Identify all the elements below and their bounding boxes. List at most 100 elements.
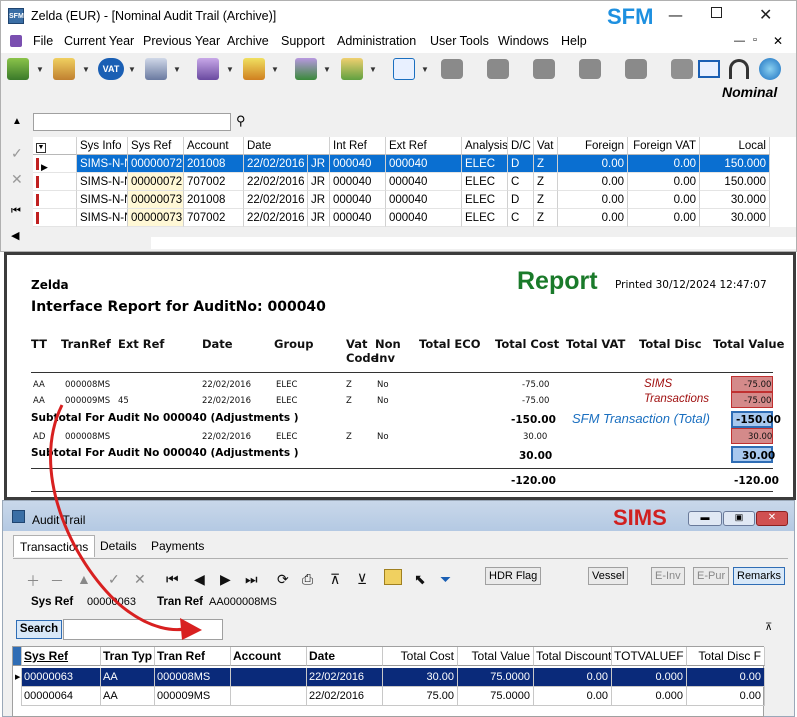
vessel-button[interactable]: Vessel [588, 567, 629, 585]
row-marker[interactable]: ▶ [13, 668, 22, 687]
cell-date[interactable]: 22/02/2016 [244, 209, 308, 227]
table-row[interactable]: 00000064 AA 000009MS 22/02/2016 75.00 75.0000… [13, 687, 765, 706]
remarks-button[interactable]: Remarks [733, 567, 786, 585]
purchase-icon[interactable] [295, 58, 317, 80]
checklist-icon[interactable] [393, 58, 415, 80]
cell-account[interactable]: 201008 [184, 155, 244, 173]
cell-analysis[interactable]: ELEC [462, 155, 508, 173]
chevron-down-icon[interactable]: ▼ [82, 65, 90, 74]
cell-dc[interactable]: D [508, 191, 534, 209]
filter-icon[interactable]: ⏷ [440, 571, 451, 588]
cell-local[interactable]: 150.000 [700, 155, 770, 173]
cell-dc[interactable]: C [508, 173, 534, 191]
cell-foreign[interactable]: 0.00 [558, 155, 628, 173]
col-int-ref[interactable]: Int Ref [330, 137, 386, 155]
scol-account[interactable]: Account [231, 647, 307, 666]
cell-account[interactable]: 707002 [184, 173, 244, 191]
table-row[interactable]: SIMS-N-N 00000072 707002 22/02/2016 JR 000040… [33, 173, 796, 191]
tab-payments[interactable]: Payments [145, 535, 210, 557]
minimize-button[interactable]: — [668, 6, 683, 24]
cell-total-cost[interactable]: 75.00 [383, 687, 458, 706]
row-marker[interactable] [13, 687, 22, 706]
cell-totvaluef[interactable]: 0.000 [612, 668, 687, 687]
cell-local[interactable]: 150.000 [700, 173, 770, 191]
check-icon[interactable]: ✓ [11, 145, 23, 162]
child-window-icon[interactable] [10, 35, 22, 47]
sort-down-icon[interactable]: ⊻ [357, 571, 367, 588]
menu-file[interactable]: File [33, 34, 53, 48]
mdi-minimize-button[interactable]: — [734, 35, 745, 47]
invoice-icon[interactable] [53, 58, 75, 80]
sims-close-button[interactable]: ✕ [756, 511, 788, 526]
chevron-down-icon[interactable]: ▼ [128, 65, 136, 74]
cell-analysis[interactable]: ELEC [462, 191, 508, 209]
table-row[interactable]: ▶ SIMS-N-N 00000072 201008 22/02/2016 JR 00004… [33, 155, 796, 173]
col-dc[interactable]: D/C [508, 137, 534, 155]
cell-sys-ref[interactable]: 00000072 [128, 155, 184, 173]
cell-sys-info[interactable]: SIMS-N-N [77, 173, 128, 191]
search-input[interactable] [63, 619, 223, 640]
vat-icon[interactable]: VAT [98, 58, 124, 80]
bank-icon[interactable] [145, 58, 167, 80]
cell-analysis[interactable]: ELEC [462, 209, 508, 227]
cell-tran-typ[interactable]: AA [101, 687, 155, 706]
cell-vat[interactable]: Z [534, 191, 558, 209]
cell-sys-ref[interactable]: 00000072 [128, 173, 184, 191]
chevron-down-icon[interactable]: ▼ [36, 65, 44, 74]
scol-tran-ref[interactable]: Tran Ref [155, 647, 231, 666]
table-row[interactable]: SIMS-N-N 00000073 707002 22/02/2016 JR 000040… [33, 209, 796, 227]
col-analysis[interactable]: Analysis [462, 137, 508, 155]
cell-date[interactable]: 22/02/2016 [244, 191, 308, 209]
headset-icon[interactable] [729, 59, 749, 79]
collapse-icon[interactable]: ⊼ [765, 622, 772, 633]
tab-details[interactable]: Details [94, 535, 143, 557]
menu-current-year[interactable]: Current Year [64, 34, 134, 48]
cell-analysis[interactable]: ELEC [462, 173, 508, 191]
cell-ext-ref[interactable]: 000040 [386, 173, 462, 191]
cell-type[interactable]: JR [308, 209, 330, 227]
cell-foreign[interactable]: 0.00 [558, 209, 628, 227]
cell-account[interactable]: 707002 [184, 209, 244, 227]
maximize-button[interactable] [711, 7, 722, 18]
menu-previous-year[interactable]: Previous Year [143, 34, 220, 48]
close-button[interactable]: ✕ [759, 5, 772, 24]
scol-total-disc-f[interactable]: Total Disc F [687, 647, 765, 666]
menu-support[interactable]: Support [281, 34, 325, 48]
cell-total-discount[interactable]: 0.00 [534, 687, 612, 706]
menu-archive[interactable]: Archive [227, 34, 269, 48]
col-sys-ref[interactable]: Sys Ref [128, 137, 184, 155]
cell-type[interactable]: JR [308, 191, 330, 209]
refresh-icon[interactable]: ⟳ [277, 571, 289, 588]
cell-foreign-vat[interactable]: 0.00 [628, 173, 700, 191]
cell-sys-info[interactable]: SIMS-N-N [77, 209, 128, 227]
previous-icon[interactable]: ◀ [194, 571, 205, 588]
chevron-down-icon[interactable]: ▼ [369, 65, 377, 74]
cell-sys-ref[interactable]: 00000073 [128, 209, 184, 227]
cell-ext-ref[interactable]: 000040 [386, 191, 462, 209]
sort-up-icon[interactable]: ⊼ [330, 571, 340, 588]
sims-minimize-button[interactable]: ▬ [688, 511, 722, 526]
scol-total-discount[interactable]: Total Discount [534, 647, 612, 666]
tab-transactions[interactable]: Transactions [13, 535, 96, 557]
col-sys-info[interactable]: Sys Info [77, 137, 128, 155]
search-button[interactable]: Search [16, 620, 62, 639]
previous-record-icon[interactable]: ◀ [11, 229, 19, 242]
cell-vat[interactable]: Z [534, 209, 558, 227]
cell-int-ref[interactable]: 000040 [330, 209, 386, 227]
binoculars-icon[interactable]: ⚲ [236, 113, 246, 129]
up-arrow-icon[interactable]: ▲ [12, 116, 22, 127]
cell-total-disc-f[interactable]: 0.00 [687, 668, 765, 687]
cell-foreign[interactable]: 0.00 [558, 191, 628, 209]
scol-total-value[interactable]: Total Value [458, 647, 534, 666]
cell-total-cost[interactable]: 30.00 [383, 668, 458, 687]
row-marker[interactable] [33, 209, 77, 227]
cell-int-ref[interactable]: 000040 [330, 191, 386, 209]
chevron-down-icon[interactable]: ▼ [271, 65, 279, 74]
globe-icon[interactable] [759, 58, 781, 80]
scol-date[interactable]: Date [307, 647, 383, 666]
cell-sys-ref[interactable]: 00000063 [22, 668, 101, 687]
cell-totvaluef[interactable]: 0.000 [612, 687, 687, 706]
cell-type[interactable]: JR [308, 155, 330, 173]
table-row[interactable]: SIMS-N-N 00000073 201008 22/02/2016 JR 000040… [33, 191, 796, 209]
cell-sys-info[interactable]: SIMS-N-N [77, 191, 128, 209]
